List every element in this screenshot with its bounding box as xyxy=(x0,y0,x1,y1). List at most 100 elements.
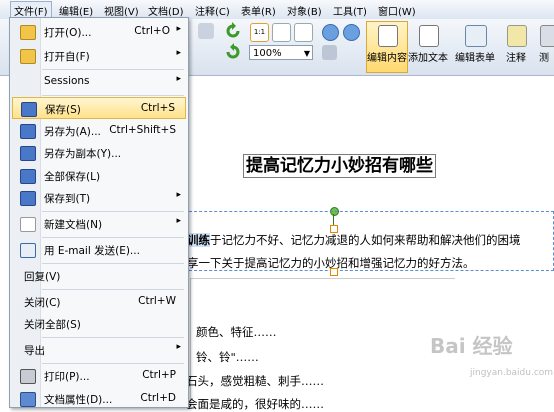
properties-icon xyxy=(20,392,36,407)
fit-page-icon[interactable] xyxy=(272,23,291,42)
save-copy-icon xyxy=(20,146,36,161)
menu-item-email[interactable]: 用 E-mail 发送(E)... xyxy=(12,239,186,261)
annotate-button[interactable]: 注释 xyxy=(500,21,532,73)
menu-separator xyxy=(42,69,184,70)
paragraph-text: 于记忆力不好、记忆力减退的人如何来帮助和解决他们的困境 xyxy=(210,233,521,247)
menu-item-new-document[interactable]: 新建文档(N) ▸ xyxy=(12,213,186,235)
zoom-select[interactable]: 100% ▼ xyxy=(249,45,313,60)
menu-item-shortcut: Ctrl+Shift+S xyxy=(109,124,176,136)
menu-item-open-from[interactable]: 打开自(F) ▸ xyxy=(12,45,186,67)
menu-item-label: 用 E-mail 发送(E)... xyxy=(44,245,140,257)
menu-item-save[interactable]: 保存(S) Ctrl+S xyxy=(12,97,186,119)
menu-item-label: 新建文档(N) xyxy=(44,219,103,231)
menu-separator xyxy=(42,363,184,364)
menu-view[interactable]: 视图(V) xyxy=(104,3,139,18)
file-menu: 打开(O)... Ctrl+O ▸ 打开自(F) ▸ Sessions ▸ 保存… xyxy=(9,17,189,408)
menu-form[interactable]: 表单(R) xyxy=(241,3,276,18)
list-item: 铃、铃"…… xyxy=(196,350,259,364)
menu-item-label: Sessions xyxy=(44,75,90,87)
new-doc-icon xyxy=(20,217,36,232)
menu-item-label: 全部保存(L) xyxy=(44,171,101,183)
menu-item-save-all[interactable]: 全部保存(L) xyxy=(12,165,186,187)
select-tool-icon[interactable] xyxy=(198,23,214,39)
menu-item-label: 回复(V) xyxy=(24,271,61,283)
watermark-url: jingyan.baidu.com xyxy=(470,368,554,378)
actual-size-icon[interactable]: 1:1 xyxy=(250,23,269,42)
menu-comment[interactable]: 注释(C) xyxy=(195,3,230,18)
menu-item-label: 打开自(F) xyxy=(44,51,90,63)
edit-content-button[interactable]: 编辑内容 xyxy=(366,21,408,73)
submenu-arrow-icon: ▸ xyxy=(176,216,181,226)
menu-item-close[interactable]: 关闭(C) Ctrl+W xyxy=(12,291,186,313)
menu-separator xyxy=(42,263,184,264)
annotate-label: 注释 xyxy=(506,53,526,64)
menu-object[interactable]: 对象(B) xyxy=(287,3,322,18)
menu-separator xyxy=(42,211,184,212)
save-to-icon xyxy=(20,191,36,206)
menu-item-close-all[interactable]: 关闭全部(S) xyxy=(12,313,186,335)
menu-item-shortcut: Ctrl+W xyxy=(138,295,176,307)
menu-item-label: 关闭(C) xyxy=(24,297,61,309)
rotate-ccw-icon[interactable] xyxy=(224,22,242,40)
menu-separator xyxy=(42,337,184,338)
open-from-icon xyxy=(20,49,36,64)
fit-width-icon[interactable] xyxy=(294,23,313,42)
submenu-arrow-icon: ▸ xyxy=(176,342,181,352)
menu-item-export[interactable]: 导出 ▸ xyxy=(12,339,186,361)
edit-form-label: 编辑表单 xyxy=(455,53,495,64)
print-icon xyxy=(20,369,36,384)
menu-item-shortcut: Ctrl+P xyxy=(142,369,176,381)
menu-tools[interactable]: 工具(T) xyxy=(333,3,367,18)
edit-form-button[interactable]: 编辑表单 xyxy=(452,21,498,73)
menu-item-print[interactable]: 打印(P)... Ctrl+P xyxy=(12,365,186,387)
menu-item-save-as[interactable]: 另存为(A)... Ctrl+Shift+S xyxy=(12,120,186,142)
submenu-arrow-icon: ▸ xyxy=(176,48,181,58)
menu-edit[interactable]: 编辑(E) xyxy=(59,3,93,18)
paragraph-line-1[interactable]: 训练于记忆力不好、记忆力减退的人如何来帮助和解决他们的困境 xyxy=(187,232,521,248)
document-title[interactable]: 提高记忆力小妙招有哪些 xyxy=(243,154,436,178)
resize-handle-bottom[interactable] xyxy=(330,268,338,276)
open-folder-icon xyxy=(20,25,36,40)
menu-item-label: 保存(S) xyxy=(45,104,81,116)
zoom-value: 100% xyxy=(253,48,282,59)
list-item: 石头，感觉粗糙、刺手…… xyxy=(186,374,324,388)
menu-item-save-to[interactable]: 保存到(T) ▸ xyxy=(12,187,186,209)
menu-item-shortcut: Ctrl+D xyxy=(140,392,176,404)
save-as-icon xyxy=(20,124,36,139)
menu-item-label: 打印(P)... xyxy=(44,371,90,383)
menu-item-label: 另存为副本(Y)... xyxy=(44,148,122,160)
menu-separator xyxy=(42,289,184,290)
measure-label: 测 xyxy=(539,53,549,64)
rotate-cw-icon[interactable] xyxy=(224,43,242,61)
menu-item-properties[interactable]: 文档属性(D)... Ctrl+D xyxy=(12,388,186,407)
menu-item-label: 关闭全部(S) xyxy=(24,319,81,331)
edit-content-icon xyxy=(378,25,398,47)
zoom-in-icon[interactable] xyxy=(322,24,339,41)
edit-form-icon xyxy=(465,25,487,47)
menu-item-label: 导出 xyxy=(24,345,45,357)
marquee-zoom-icon[interactable] xyxy=(322,45,337,60)
menu-item-revert[interactable]: 回复(V) xyxy=(12,265,186,287)
chevron-down-icon: ▼ xyxy=(303,49,310,58)
paragraph-bold-text: 训练 xyxy=(187,233,210,247)
menu-document[interactable]: 文档(D) xyxy=(148,3,184,18)
add-text-button[interactable]: 添加文本 xyxy=(407,21,449,73)
add-text-icon xyxy=(419,25,439,47)
menu-window[interactable]: 窗口(W) xyxy=(378,3,416,18)
measure-icon xyxy=(540,25,554,47)
measure-button[interactable]: 测 xyxy=(535,21,554,73)
email-icon xyxy=(20,243,36,258)
menu-separator xyxy=(42,95,184,96)
watermark: Bai 经验 xyxy=(430,334,513,358)
add-text-label: 添加文本 xyxy=(408,53,448,64)
submenu-arrow-icon: ▸ xyxy=(176,74,181,84)
list-item: 颜色、特征…… xyxy=(196,325,277,339)
zoom-out-icon[interactable] xyxy=(343,24,360,41)
submenu-arrow-icon: ▸ xyxy=(176,190,181,200)
menu-item-shortcut: Ctrl+S xyxy=(140,102,175,114)
annotate-icon xyxy=(507,25,527,47)
menu-item-open[interactable]: 打开(O)... Ctrl+O ▸ xyxy=(12,21,186,43)
edit-content-label: 编辑内容 xyxy=(367,53,407,64)
menu-item-save-copy[interactable]: 另存为副本(Y)... xyxy=(12,142,186,164)
menu-item-sessions[interactable]: Sessions ▸ xyxy=(12,71,186,93)
